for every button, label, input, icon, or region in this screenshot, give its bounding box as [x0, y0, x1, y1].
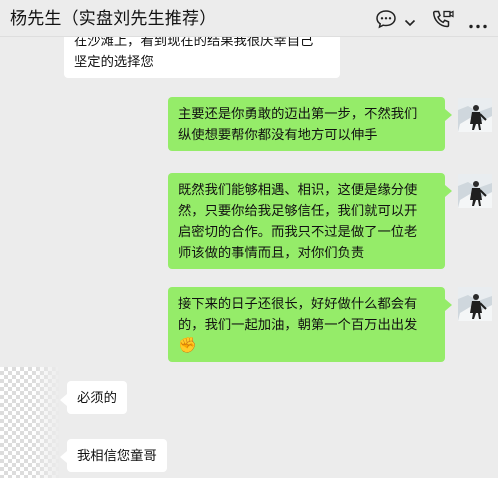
- message-list[interactable]: 在沙滩上，看到现在的结果我很庆幸自己 坚定的选择您 主要还是你勇敢的迈出第一步，…: [0, 37, 498, 478]
- message-line: 我相信您童哥: [77, 448, 157, 463]
- bubble-tail: [445, 185, 452, 197]
- message-bubble-self[interactable]: 接下来的日子还很长，好好做什么都会有 的，我们一起加油，朝第一个百万出出发 ✊: [168, 287, 445, 362]
- bubble-tail: [60, 394, 67, 406]
- message-line: 然，只要你给我足够信任，我们就可以开: [178, 203, 418, 218]
- bubble-tail: [445, 109, 452, 121]
- message-line: 接下来的日子还很长，好好做什么都会有: [178, 296, 418, 311]
- message-bubble-other[interactable]: 我相信您童哥: [67, 439, 167, 472]
- message-line: 纵使想要帮你都没有地方可以伸手: [178, 127, 378, 142]
- fist-emoji: ✊: [178, 337, 197, 354]
- bubble-tail: [445, 299, 452, 311]
- chat-more-icon[interactable]: [375, 9, 397, 34]
- more-icon[interactable]: [468, 16, 488, 34]
- avatar-self[interactable]: [458, 98, 492, 132]
- message-bubble-other[interactable]: 必须的: [67, 381, 127, 414]
- bubble-tail: [60, 451, 67, 463]
- message-bubble-other[interactable]: 在沙滩上，看到现在的结果我很庆幸自己 坚定的选择您: [64, 37, 340, 78]
- message-line: 必须的: [77, 390, 117, 405]
- avatar-self[interactable]: [458, 174, 492, 208]
- chat-title: 杨先生（实盘刘先生推荐）: [10, 9, 217, 28]
- message-bubble-self[interactable]: 既然我们能够相遇、相识，这便是缘分使 然，只要你给我足够信任，我们就可以开 启密…: [168, 173, 445, 269]
- message-bubble-self[interactable]: 主要还是你勇敢的迈出第一步，不然我们 纵使想要帮你都没有地方可以伸手: [168, 97, 445, 151]
- message-line: 既然我们能够相遇、相识，这便是缘分使: [178, 182, 418, 197]
- avatar-self[interactable]: [458, 287, 492, 321]
- message-line: 的，我们一起加油，朝第一个百万出出发: [178, 317, 418, 332]
- message-line: 主要还是你勇敢的迈出第一步，不然我们: [178, 106, 418, 121]
- phone-video-icon[interactable]: [431, 9, 455, 34]
- chevron-down-icon[interactable]: [404, 14, 416, 32]
- message-line: 师该做的事情而且，对你们负责: [178, 245, 365, 260]
- chat-header: 杨先生（实盘刘先生推荐）: [0, 0, 498, 37]
- message-line: 启密切的合作。而我只不过是做了一位老: [178, 224, 418, 239]
- message-line: 在沙滩上，看到现在的结果我很庆幸自己: [74, 37, 314, 48]
- avatar-other[interactable]: [0, 367, 60, 478]
- message-line: 坚定的选择您: [74, 54, 154, 69]
